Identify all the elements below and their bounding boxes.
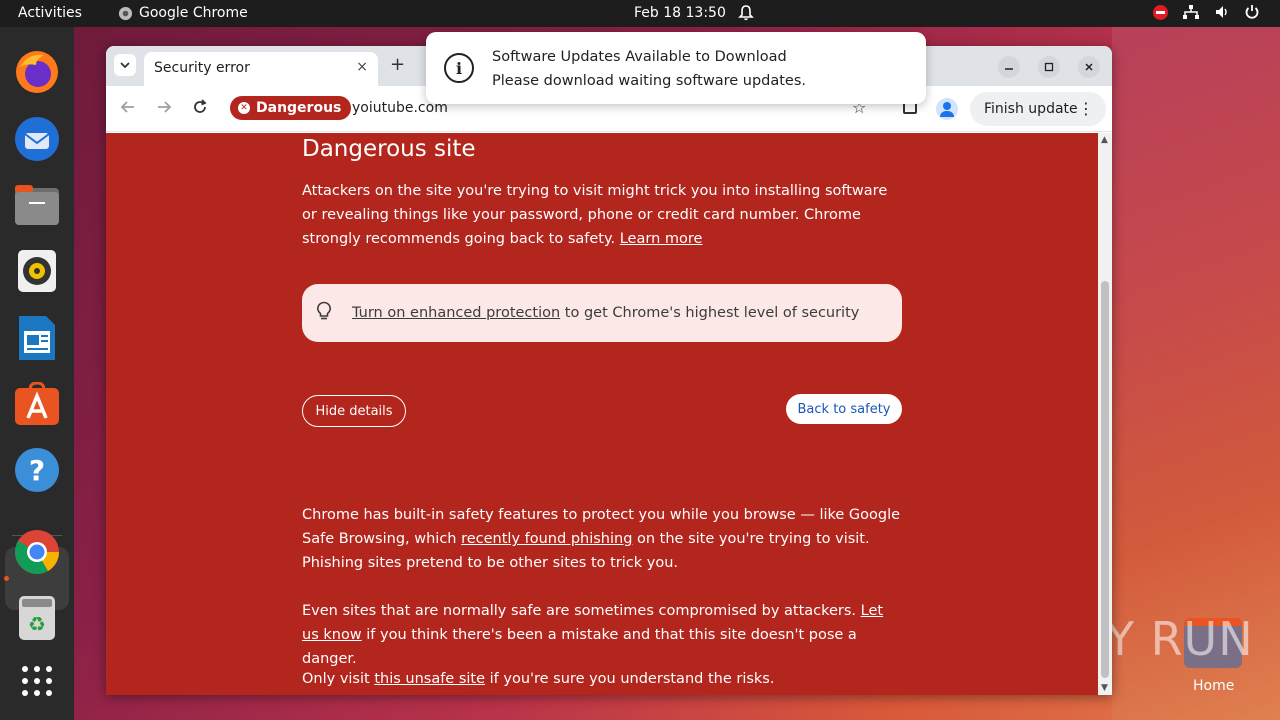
scroll-down-icon[interactable]: ▼	[1101, 683, 1108, 693]
home-folder-label: Home	[1193, 678, 1235, 694]
minimize-icon	[1005, 68, 1013, 70]
do-not-disturb-icon	[1153, 4, 1168, 20]
badge-label: Dangerous	[256, 100, 342, 116]
details2-text-b: if you think there's been a mistake and …	[302, 627, 857, 667]
network-icon	[1183, 5, 1199, 19]
svg-text:♻: ♻	[28, 612, 46, 636]
reload-icon[interactable]	[192, 99, 208, 120]
back-to-safety-button[interactable]: Back to safety	[786, 394, 902, 424]
svg-text:?: ?	[29, 454, 45, 487]
details3-text-b: if you're sure you understand the risks.	[485, 671, 775, 687]
minimize-button[interactable]	[998, 56, 1020, 78]
notification-title: Software Updates Available to Download	[492, 49, 787, 65]
intro-text: Attackers on the site you're trying to v…	[302, 183, 888, 247]
hide-details-button[interactable]: Hide details	[302, 395, 406, 427]
details-paragraph-2: Even sites that are normally safe are so…	[302, 599, 902, 671]
danger-x-icon: ✕	[238, 102, 250, 114]
thunderbird-icon[interactable]	[13, 115, 61, 163]
firefox-icon[interactable]	[13, 48, 61, 96]
details-paragraph-1: Chrome has built-in safety features to p…	[302, 503, 902, 575]
security-status-badge[interactable]: ✕ Dangerous	[230, 96, 352, 120]
enhanced-protection-link[interactable]: Turn on enhanced protection	[352, 305, 560, 321]
help-icon[interactable]: ?	[13, 446, 61, 494]
top-bar: Activities Google Chrome Feb 18 13:50	[0, 0, 1280, 27]
tab-search-button[interactable]	[114, 54, 136, 76]
close-tab-icon[interactable]: ×	[356, 59, 368, 75]
interstitial-page: Dangerous site Attackers on the site you…	[106, 133, 1098, 695]
intro-paragraph: Attackers on the site you're trying to v…	[302, 179, 902, 251]
profile-avatar-icon[interactable]	[936, 98, 958, 120]
close-icon	[1085, 63, 1093, 71]
new-tab-button[interactable]: +	[390, 54, 405, 75]
tab-title: Security error	[154, 60, 250, 76]
software-update-notification[interactable]: i Software Updates Available to Download…	[426, 32, 926, 104]
chrome-window: Security error × + ✕ Dangerous yoiutube.…	[106, 46, 1112, 695]
back-arrow-icon[interactable]	[120, 99, 136, 120]
apps-grid-icon[interactable]	[13, 657, 61, 705]
close-window-button[interactable]	[1078, 56, 1100, 78]
clock[interactable]: Feb 18 13:50	[634, 5, 726, 21]
power-icon	[1245, 5, 1259, 19]
protection-text: to get Chrome's highest level of securit…	[560, 305, 860, 321]
tab-security-error[interactable]: Security error ×	[144, 52, 378, 86]
details3-text-a: Only visit	[302, 671, 375, 687]
app-center-icon[interactable]	[13, 380, 61, 428]
unsafe-site-link[interactable]: this unsafe site	[374, 671, 485, 687]
chevron-down-icon	[120, 62, 130, 69]
app-name-label: Google Chrome	[139, 5, 248, 21]
scroll-thumb[interactable]	[1101, 281, 1109, 678]
chrome-icon[interactable]	[13, 528, 61, 576]
volume-icon	[1216, 6, 1227, 18]
finish-update-label: Finish update	[984, 101, 1078, 117]
writer-icon[interactable]	[13, 314, 61, 362]
rhythmbox-icon[interactable]	[13, 247, 61, 295]
details-paragraph-3: Only visit this unsafe site if you're su…	[302, 667, 902, 691]
maximize-icon	[1044, 62, 1054, 72]
page-scrollbar[interactable]: ▲ ▼	[1098, 133, 1112, 695]
chrome-small-icon	[118, 6, 133, 20]
enhanced-protection-box: Turn on enhanced protection to get Chrom…	[302, 284, 902, 342]
forward-arrow-icon[interactable]	[156, 99, 172, 120]
maximize-button[interactable]	[1038, 56, 1060, 78]
activities-button[interactable]: Activities	[18, 5, 82, 21]
dock: ? ♻	[0, 27, 74, 720]
bell-icon	[738, 4, 754, 25]
lightbulb-icon	[316, 301, 336, 325]
finish-update-button[interactable]: Finish update ⋮	[970, 92, 1106, 126]
notification-body: Please download waiting software updates…	[492, 73, 807, 89]
info-icon: i	[444, 53, 474, 83]
running-indicator	[4, 576, 9, 581]
recently-found-phishing-link[interactable]: recently found phishing	[461, 531, 632, 547]
scroll-up-icon[interactable]: ▲	[1101, 135, 1108, 145]
more-menu-icon[interactable]: ⋮	[1078, 99, 1094, 118]
trash-icon[interactable]: ♻	[13, 594, 61, 642]
details2-text-a: Even sites that are normally safe are so…	[302, 603, 861, 619]
files-icon[interactable]	[13, 181, 61, 229]
page-title: Dangerous site	[302, 136, 476, 162]
learn-more-link[interactable]: Learn more	[620, 231, 703, 247]
app-menu[interactable]: Google Chrome	[118, 5, 248, 21]
system-tray[interactable]	[1153, 4, 1260, 20]
